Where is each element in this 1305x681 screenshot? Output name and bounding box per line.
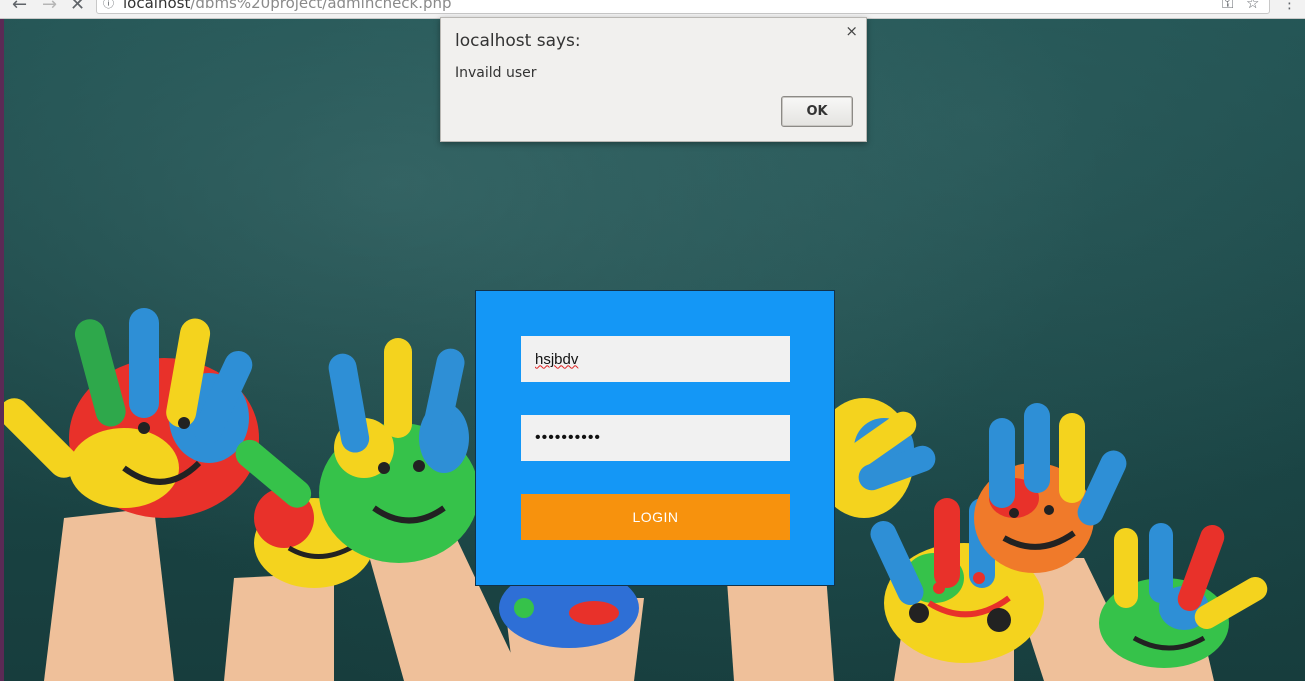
- login-button[interactable]: LOGIN: [521, 494, 790, 540]
- back-arrow-icon[interactable]: ←: [12, 0, 27, 14]
- bookmark-star-icon[interactable]: ☆: [1246, 0, 1259, 12]
- login-panel: hsjbdv •••••••••• LOGIN: [475, 290, 835, 586]
- ok-button[interactable]: OK: [781, 96, 853, 127]
- alert-message: Invaild user: [455, 65, 537, 81]
- forward-arrow-icon[interactable]: →: [42, 0, 57, 14]
- password-input[interactable]: ••••••••••: [521, 415, 790, 461]
- address-bar[interactable]: ⓘ localhost/dbms%20project/admincheck.ph…: [96, 0, 1270, 14]
- key-icon[interactable]: ⚿: [1222, 0, 1233, 12]
- alert-dialog: localhost says: × Invaild user OK: [440, 17, 867, 142]
- info-icon[interactable]: ⓘ: [103, 0, 114, 11]
- url-text: localhost/dbms%20project/admincheck.php: [123, 0, 452, 12]
- password-mask: ••••••••••: [535, 429, 602, 446]
- hand-7: [974, 403, 1127, 573]
- menu-dots-icon[interactable]: ⋮: [1282, 0, 1297, 12]
- username-value: hsjbdv: [535, 350, 579, 368]
- alert-title: localhost says:: [455, 31, 581, 51]
- hand-1: [4, 308, 259, 518]
- username-input[interactable]: hsjbdv: [521, 336, 790, 382]
- hand-8: [1099, 523, 1268, 668]
- window-edge: [0, 18, 4, 681]
- stop-icon[interactable]: ✕: [70, 0, 85, 14]
- close-icon[interactable]: ×: [845, 22, 858, 40]
